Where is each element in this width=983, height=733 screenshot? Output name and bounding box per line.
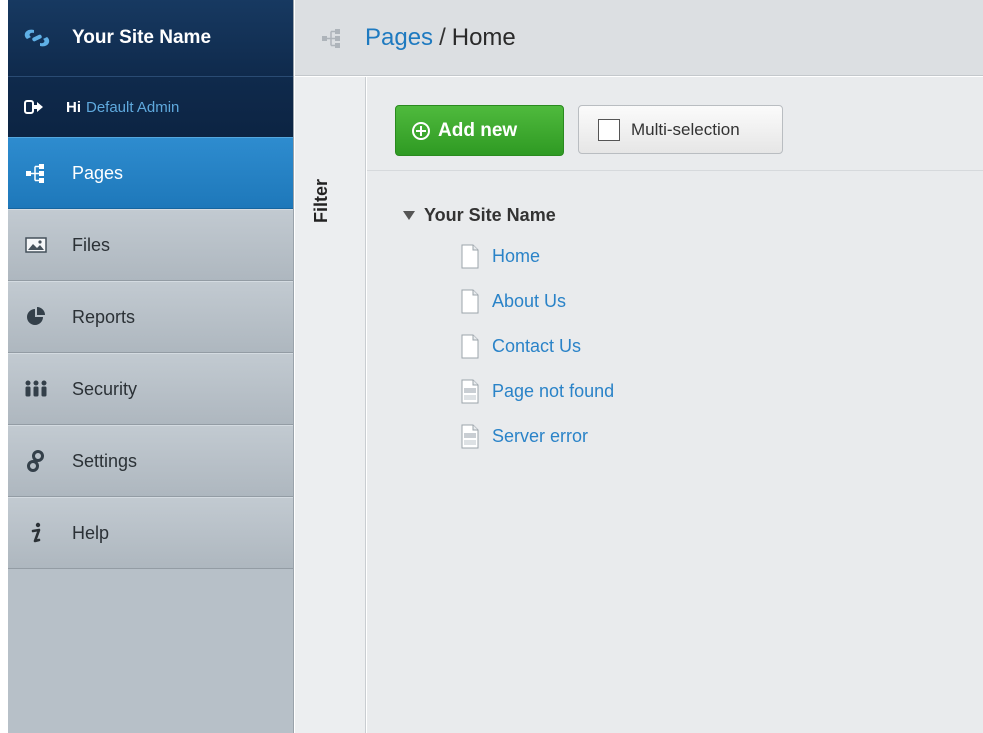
tree-item-contact-us[interactable]: Contact Us (460, 324, 614, 369)
tree-item-about-us[interactable]: About Us (460, 279, 614, 324)
breadcrumb-separator: / (439, 23, 446, 51)
divider (367, 170, 983, 171)
sidebar-item-label: Reports (72, 306, 136, 327)
breadcrumb-pages-link[interactable]: Pages (365, 24, 433, 52)
toolbar: Add new Multi-selection (395, 105, 783, 156)
sitemap-icon (322, 28, 340, 48)
multi-selection-checkbox[interactable] (598, 118, 620, 141)
filter-label: Filter (311, 178, 331, 223)
sidebar-item-security[interactable]: Security (8, 353, 293, 425)
tree-item-page-not-found[interactable]: Page not found (460, 369, 614, 414)
breadcrumb: Pages / Home (365, 24, 516, 52)
sitemap-icon (24, 162, 48, 184)
sidebar-item-label: Security (72, 378, 138, 399)
admin-user-link[interactable]: Default Admin (86, 99, 179, 116)
breadcrumb-current: Home (451, 23, 516, 51)
sidebar-item-label: Settings (72, 450, 138, 471)
tree-item-label[interactable]: Home (492, 246, 540, 267)
link-logo-icon (24, 29, 50, 47)
tree-item-server-error[interactable]: Server error (460, 414, 614, 459)
tree-item-label[interactable]: About Us (492, 291, 566, 312)
gears-icon (24, 450, 48, 472)
sidebar-item-help[interactable]: Help (8, 497, 293, 569)
error-page-icon (461, 379, 479, 404)
main-content: Add new Multi-selection Your Site Name H… (367, 77, 983, 733)
image-icon (24, 234, 48, 256)
tree-item-home[interactable]: Home (460, 234, 614, 279)
sidebar-item-files[interactable]: Files (8, 209, 293, 281)
brand-header[interactable]: Your Site Name (8, 0, 293, 77)
tree-item-label[interactable]: Server error (492, 426, 588, 447)
sidebar-item-label: Pages (72, 162, 124, 183)
tree-children: Home About Us Contact Us Page not found … (460, 234, 614, 459)
tree-item-label[interactable]: Page not found (492, 381, 614, 402)
user-row: Hi Default Admin (8, 76, 293, 137)
sign-out-icon[interactable] (24, 99, 44, 115)
sidebar-item-pages[interactable]: Pages (8, 137, 293, 209)
filter-panel-toggle[interactable]: Filter (295, 77, 366, 733)
info-icon (24, 522, 48, 544)
page-tree: Your Site Name Home About Us Contact Us … (403, 202, 614, 459)
add-new-button[interactable]: Add new (395, 105, 564, 156)
add-new-label: Add new (438, 119, 518, 141)
page-icon (461, 289, 479, 314)
error-page-icon (461, 424, 479, 449)
sidebar-item-label: Files (72, 234, 111, 255)
page-header: Pages / Home (295, 0, 983, 76)
sidebar: Your Site Name Hi Default Admin Pages Fi… (8, 0, 294, 733)
multi-selection-toggle[interactable]: Multi-selection (578, 105, 783, 154)
multi-selection-label: Multi-selection (631, 119, 740, 139)
page-icon (461, 334, 479, 359)
tree-root-label: Your Site Name (424, 204, 556, 225)
pie-chart-icon (24, 306, 48, 328)
users-icon (24, 378, 48, 400)
sidebar-item-label: Help (72, 522, 110, 543)
sidebar-item-settings[interactable]: Settings (8, 425, 293, 497)
tree-root[interactable]: Your Site Name (403, 202, 614, 228)
sidebar-item-reports[interactable]: Reports (8, 281, 293, 353)
greeting: Hi (66, 98, 81, 116)
plus-circle-icon (412, 121, 430, 140)
collapse-arrow-icon[interactable] (403, 210, 415, 220)
page-icon (461, 244, 479, 269)
tree-item-label[interactable]: Contact Us (492, 336, 581, 357)
site-name: Your Site Name (72, 27, 212, 48)
